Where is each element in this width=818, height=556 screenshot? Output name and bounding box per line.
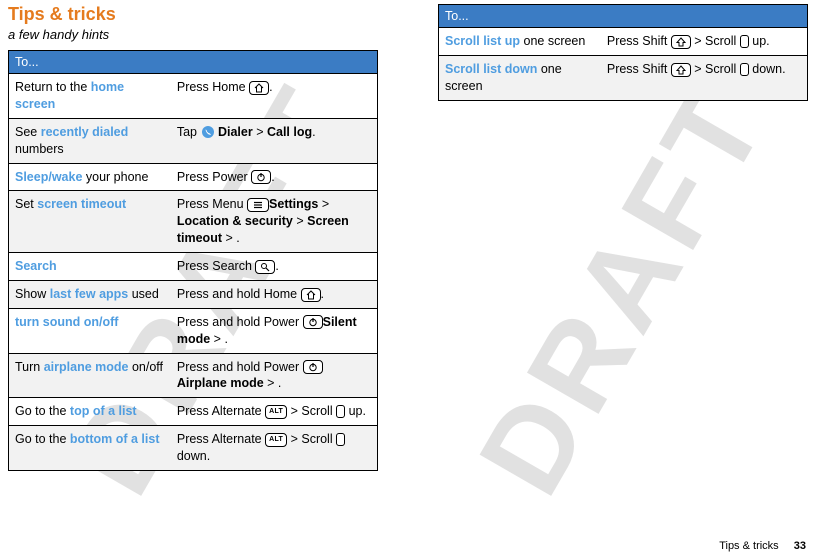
task-cell: Return to the home screen [9,74,171,119]
home-key-icon [249,81,269,95]
action-cell: Press Search . [171,253,378,281]
alt-key-icon: ALT [265,433,287,447]
table-header: To... [9,51,378,74]
task-cell: Set screen timeout [9,191,171,253]
power-key-icon [303,315,323,329]
power-key-icon [251,170,271,184]
power-key-icon [303,360,323,374]
action-cell: Press and hold Power Airplane mode > . [171,353,378,398]
section-subtitle: a few handy hints [8,27,378,42]
table-row: Turn airplane mode on/offPress and hold … [9,353,378,398]
action-cell: Press and hold Home . [171,280,378,308]
table-row: Scroll list up one screenPress Shift > S… [439,28,808,56]
alt-key-icon: ALT [265,405,287,419]
scroll-icon [336,433,345,446]
scroll-icon [336,405,345,418]
table-row: Scroll list down one screenPress Shift >… [439,55,808,100]
task-cell: Scroll list up one screen [439,28,601,56]
table-row: Show last few apps usedPress and hold Ho… [9,280,378,308]
task-cell: Scroll list down one screen [439,55,601,100]
menu-key-icon [247,198,269,212]
table-row: Sleep/wake your phonePress Power . [9,163,378,191]
action-cell: Tap Dialer > Call log. [171,118,378,163]
task-cell: Turn airplane mode on/off [9,353,171,398]
table-row: Go to the bottom of a listPress Alternat… [9,426,378,471]
action-cell: Press Power . [171,163,378,191]
shift-key-icon [671,63,691,77]
table-row: SearchPress Search . [9,253,378,281]
scroll-icon [740,35,749,48]
footer-section: Tips & tricks [719,540,779,552]
tips-table-right: To... Scroll list up one screenPress Shi… [438,4,808,101]
section-title: Tips & tricks [8,4,378,25]
action-cell: Press Home . [171,74,378,119]
table-row: Return to the home screenPress Home . [9,74,378,119]
table-row: Set screen timeoutPress Menu Settings > … [9,191,378,253]
table-row: See recently dialed numbersTap Dialer > … [9,118,378,163]
task-cell: Sleep/wake your phone [9,163,171,191]
home-key-icon [301,288,321,302]
task-cell: See recently dialed numbers [9,118,171,163]
task-cell: Show last few apps used [9,280,171,308]
table-row: Go to the top of a listPress Alternate A… [9,398,378,426]
action-cell: Press Shift > Scroll up. [601,28,808,56]
right-column: To... Scroll list up one screenPress Shi… [438,4,808,471]
scroll-icon [740,63,749,76]
task-cell: turn sound on/off [9,308,171,353]
task-cell: Search [9,253,171,281]
action-cell: Press Alternate ALT > Scroll down. [171,426,378,471]
search-key-icon [255,260,275,274]
action-cell: Press and hold Power Silent mode > . [171,308,378,353]
left-column: Tips & tricks a few handy hints To... Re… [8,4,378,471]
footer-page-number: 33 [794,540,806,552]
action-cell: Press Alternate ALT > Scroll up. [171,398,378,426]
action-cell: Press Menu Settings > Location & securit… [171,191,378,253]
page-footer: Tips & tricks 33 [719,540,806,552]
shift-key-icon [671,35,691,49]
action-cell: Press Shift > Scroll down. [601,55,808,100]
table-row: turn sound on/offPress and hold Power Si… [9,308,378,353]
task-cell: Go to the top of a list [9,398,171,426]
task-cell: Go to the bottom of a list [9,426,171,471]
table-header: To... [439,5,808,28]
dialer-icon [201,125,215,139]
tips-table-left: To... Return to the home screenPress Hom… [8,50,378,471]
